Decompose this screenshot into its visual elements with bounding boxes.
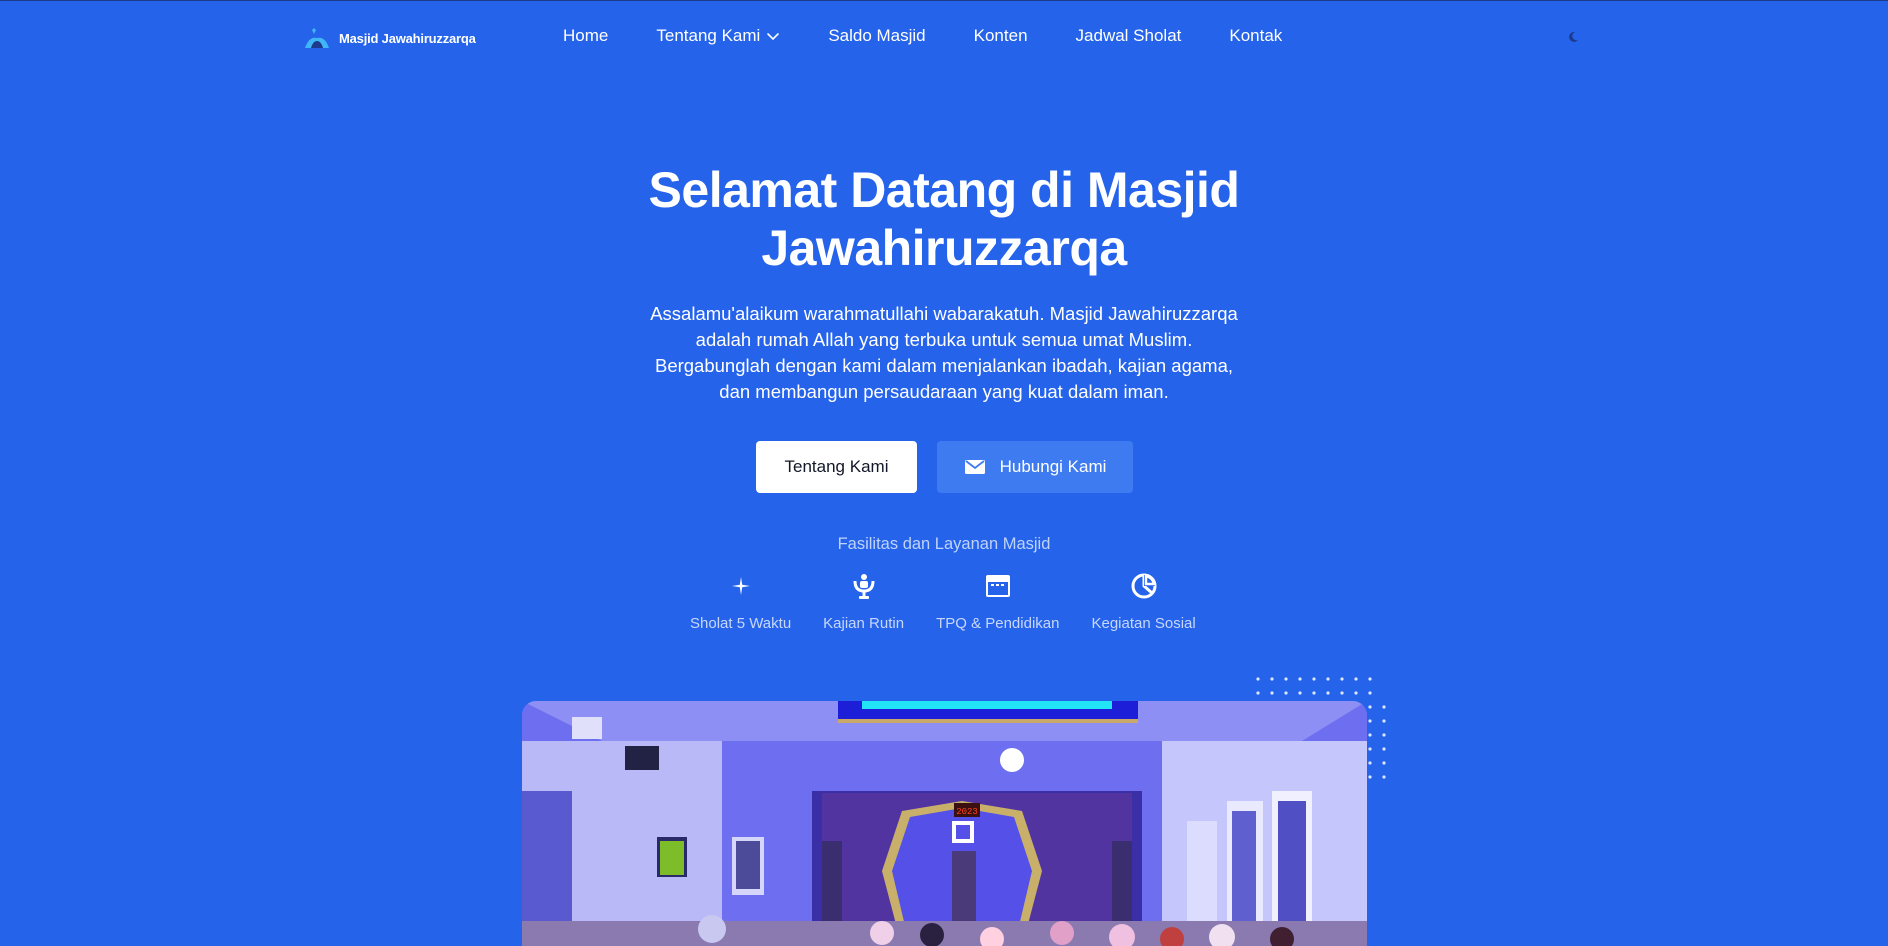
decor-dot — [1368, 719, 1372, 723]
decor-dot — [1326, 691, 1330, 695]
hubungi-kami-button[interactable]: Hubungi Kami — [937, 441, 1133, 493]
decor-dot — [1368, 775, 1372, 779]
decor-dot — [1284, 677, 1288, 681]
decor-dot — [1382, 705, 1386, 709]
decor-dot — [1312, 677, 1316, 681]
brand-logo[interactable]: Masjid Jawahiruzzarqa — [303, 25, 476, 51]
nav-item-label: Tentang Kami — [656, 26, 761, 45]
mail-icon — [964, 460, 985, 474]
hero-title-line2: Jawahiruzzarqa — [761, 220, 1127, 276]
clock-display: 2023 — [956, 807, 978, 817]
moon-icon — [1569, 31, 1578, 42]
decor-dot — [1270, 677, 1274, 681]
facility-tpq: TPQ & Pendidikan — [936, 571, 1059, 632]
nav-item-konten[interactable]: Konten — [974, 26, 1028, 46]
decor-dot — [1298, 677, 1302, 681]
decor-dot — [1368, 747, 1372, 751]
facility-label: Sholat 5 Waktu — [690, 615, 792, 632]
facilities-list: Sholat 5 Waktu Kajian Rutin TPQ & Pendid… — [690, 571, 1196, 632]
decor-dot — [1368, 733, 1372, 737]
decor-dot — [1340, 691, 1344, 695]
decor-dot — [1354, 677, 1358, 681]
facility-sosial: Kegiatan Sosial — [1091, 571, 1196, 632]
chevron-down-icon — [767, 33, 780, 41]
nav-item-label: Kontak — [1229, 26, 1283, 45]
decor-dot — [1298, 691, 1302, 695]
decor-dot — [1382, 719, 1386, 723]
nav-item-label: Jadwal Sholat — [1075, 26, 1182, 45]
sparkle-icon — [731, 577, 750, 595]
nav-item-label: Saldo Masjid — [828, 26, 926, 45]
nav-item-kontak[interactable]: Kontak — [1229, 26, 1282, 46]
brand-name: Masjid Jawahiruzzarqa — [339, 30, 476, 46]
theme-toggle-button[interactable] — [1565, 29, 1581, 45]
facility-kajian: Kajian Rutin — [823, 571, 904, 632]
nav-item-home[interactable]: Home — [563, 26, 608, 46]
hero-title: Selamat Datang di Masjid Jawahiruzzarqa — [594, 161, 1294, 277]
facilities-title: Fasilitas dan Layanan Masjid — [837, 535, 1051, 553]
facility-label: Kegiatan Sosial — [1091, 615, 1196, 632]
main-menu: Home Tentang Kami Saldo Masjid Konten Ja… — [563, 26, 1282, 46]
decor-dot — [1368, 705, 1372, 709]
hubungi-kami-label: Hubungi Kami — [999, 457, 1107, 476]
facility-label: TPQ & Pendidikan — [936, 615, 1060, 632]
decor-dot — [1368, 761, 1372, 765]
nav-item-label: Home — [563, 26, 609, 45]
decor-dot — [1326, 677, 1330, 681]
decor-dot — [1382, 775, 1386, 779]
tentang-kami-button[interactable]: Tentang Kami — [756, 441, 917, 493]
mosque-logo-icon — [305, 28, 329, 48]
facility-sholat: Sholat 5 Waktu — [690, 571, 791, 632]
decor-dot — [1256, 677, 1260, 681]
facility-label: Kajian Rutin — [823, 615, 905, 632]
decor-dot — [1340, 677, 1344, 681]
navbar: Masjid Jawahiruzzarqa Home Tentang Kami … — [0, 1, 1888, 75]
window-icon — [985, 575, 1010, 597]
pie-chart-icon — [1131, 573, 1157, 599]
hero-description: Assalamu'alaikum warahmatullahi wabaraka… — [650, 303, 1238, 402]
decor-dot — [1354, 691, 1358, 695]
microphone-icon — [853, 574, 875, 599]
decor-dot — [1312, 691, 1316, 695]
mosque-interior-photo: 2023 — [522, 701, 1367, 946]
hero-buttons: Tentang Kami Hubungi Kami — [756, 441, 1133, 493]
decor-dot — [1368, 691, 1372, 695]
decor-dot — [1270, 691, 1274, 695]
decor-dot — [1382, 747, 1386, 751]
nav-item-label: Konten — [973, 26, 1028, 45]
decor-dot — [1382, 733, 1386, 737]
hero-title-line1: Selamat Datang di Masjid — [648, 162, 1240, 218]
decor-dot — [1284, 691, 1288, 695]
nav-item-jadwal-sholat[interactable]: Jadwal Sholat — [1076, 26, 1182, 46]
decor-dot — [1382, 761, 1386, 765]
decor-dot — [1368, 677, 1372, 681]
nav-item-saldo-masjid[interactable]: Saldo Masjid — [828, 26, 925, 46]
nav-item-tentang-kami[interactable]: Tentang Kami — [656, 26, 780, 46]
decor-dot — [1256, 691, 1260, 695]
